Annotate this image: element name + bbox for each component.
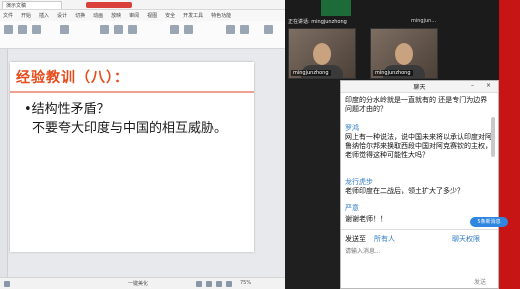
menu-home[interactable]: 开始	[21, 12, 31, 19]
chat-message: 老师印度在二战后，领土扩大了多少？	[345, 187, 464, 195]
meeting-video-area: 正在讲话: mingjunzhong mingjun... mingjunzho…	[285, 0, 520, 80]
cut-icon[interactable]	[18, 25, 27, 34]
video-tile-name: mingjunzhong	[373, 70, 413, 76]
video-tile-2[interactable]: mingjunzhong	[370, 28, 438, 79]
presentation-window: 演示文稿 文件 开始 插入 设计 切换 动画 放映 审阅 视图 安全 开发工具 …	[0, 0, 285, 289]
slide-canvas[interactable]: 经验教训（八）： •结构性矛盾？ 不要夸大印度与中国的相互威胁。	[10, 62, 254, 252]
speaker-label: 正在讲话: mingjunzhong	[288, 19, 347, 25]
zoom-level[interactable]: 75%	[240, 280, 251, 286]
menu-insert[interactable]: 插入	[39, 12, 49, 19]
slide-text: 不要夸大印度与中国的相互威胁。	[32, 121, 228, 136]
background-window-edge	[499, 0, 520, 289]
chat-scrollbar[interactable]	[491, 117, 495, 157]
view-reading-icon[interactable]	[216, 281, 222, 287]
slideshow-icon[interactable]	[226, 281, 232, 287]
notes-icon[interactable]	[4, 281, 10, 287]
send-button[interactable]: 发送	[474, 277, 486, 286]
underline-icon[interactable]	[128, 25, 137, 34]
chat-sender: 罗鸿	[345, 124, 359, 132]
chat-sender: 龙行虎步	[345, 178, 373, 186]
chat-input[interactable]	[345, 245, 493, 259]
align-icon[interactable]	[170, 25, 179, 34]
bold-icon[interactable]	[100, 25, 109, 34]
menu-animation[interactable]: 动画	[93, 12, 103, 19]
document-tab[interactable]: 演示文稿	[2, 1, 62, 9]
menu-design[interactable]: 设计	[57, 12, 67, 19]
recipient-select[interactable]: 所有人	[374, 234, 395, 244]
menu-features[interactable]: 特色功能	[211, 12, 231, 19]
person-face	[313, 43, 331, 65]
video-tile-1[interactable]: mingjunzhong	[288, 28, 356, 79]
recording-thumbnail	[321, 0, 351, 16]
chat-message: 网上有一种说法，说中国未来将以承认印度对阿鲁纳恰尔邦来换取西段中国对阿克赛钦的主…	[345, 133, 492, 159]
paste-icon[interactable]	[4, 25, 13, 34]
chat-panel: 聊天 – × 印度的分水岭就是一直就有的 还是专门为边界问题才由的？ 罗鸿 网上…	[340, 80, 499, 289]
status-bar: 一键美化 75%	[0, 277, 285, 289]
chat-sender: 严意	[345, 204, 359, 212]
arrange-icon[interactable]	[240, 25, 249, 34]
chat-title: 聊天	[413, 84, 426, 91]
chat-permissions-button[interactable]: 聊天权限	[452, 234, 480, 244]
new-slide-icon[interactable]	[60, 25, 69, 34]
slide-bullet: •结构性矛盾？	[24, 102, 110, 117]
italic-icon[interactable]	[114, 25, 123, 34]
title-divider	[10, 91, 254, 93]
video-tile-name: mingjunzhong	[291, 70, 331, 76]
menu-developer[interactable]: 开发工具	[183, 12, 203, 19]
participant-label: mingjun...	[411, 18, 437, 24]
close-icon[interactable]: ×	[486, 82, 491, 89]
new-messages-badge[interactable]: 5条新消息	[470, 217, 508, 227]
copy-icon[interactable]	[32, 25, 41, 34]
view-normal-icon[interactable]	[196, 281, 202, 287]
shape-icon[interactable]	[226, 25, 235, 34]
menu-file[interactable]: 文件	[3, 12, 13, 19]
title-bar: 演示文稿	[0, 0, 285, 10]
chat-header: 聊天 – ×	[341, 81, 498, 93]
beautify-button[interactable]: 一键美化	[128, 280, 148, 287]
send-to-label: 发送至	[345, 235, 366, 243]
menu-bar: 文件 开始 插入 设计 切换 动画 放映 审阅 视图 安全 开发工具 特色功能	[0, 10, 285, 21]
menu-transition[interactable]: 切换	[75, 12, 85, 19]
chat-message: 印度的分水岭就是一直就有的 还是专门为边界问题才由的？	[345, 96, 488, 113]
menu-review[interactable]: 审阅	[129, 12, 139, 19]
ribbon	[0, 21, 285, 49]
slide-title: 经验教训（八）：	[16, 70, 129, 86]
menu-slideshow[interactable]: 放映	[111, 12, 121, 19]
list-icon[interactable]	[184, 25, 193, 34]
menu-security[interactable]: 安全	[165, 12, 175, 19]
recording-indicator	[86, 2, 132, 8]
minimize-icon[interactable]: –	[471, 82, 474, 89]
view-sorter-icon[interactable]	[206, 281, 212, 287]
menu-view[interactable]: 视图	[147, 12, 157, 19]
find-icon[interactable]	[264, 25, 273, 34]
thumbnail-pane[interactable]	[0, 49, 8, 277]
person-face	[395, 43, 413, 65]
chat-composer: 发送至 所有人 聊天权限 发送	[341, 229, 498, 289]
